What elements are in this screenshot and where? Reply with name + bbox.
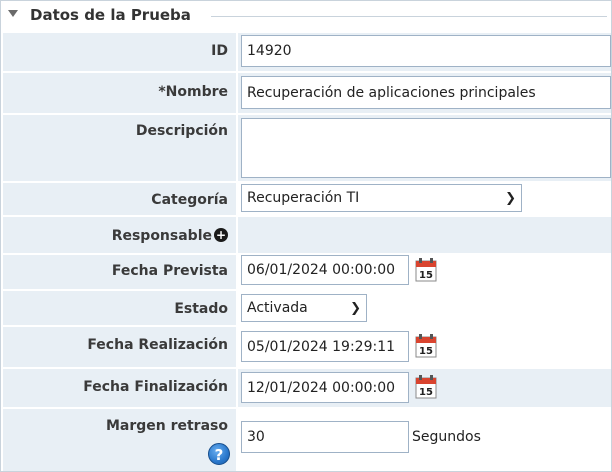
row-estado: Estado Activada ❯ bbox=[3, 291, 611, 325]
fecha-prevista-label: Fecha Prevista bbox=[111, 263, 228, 279]
section-header[interactable]: Datos de la Prueba bbox=[1, 1, 611, 33]
margen-retraso-units: Segundos bbox=[412, 429, 481, 445]
fecha-realizacion-field[interactable]: 05/01/2024 19:29:11 bbox=[241, 331, 409, 362]
form-panel: Datos de la Prueba ID 14920 *Nombre Recu… bbox=[0, 0, 612, 472]
nombre-field[interactable]: Recuperación de aplicaciones principales bbox=[241, 76, 611, 109]
fecha-finalizacion-field[interactable]: 12/01/2024 00:00:00 bbox=[241, 372, 409, 403]
section-divider bbox=[211, 16, 607, 17]
chevron-down-icon: ❯ bbox=[505, 190, 516, 206]
row-descripcion: Descripción bbox=[3, 115, 611, 181]
id-field[interactable]: 14920 bbox=[241, 35, 611, 67]
calendar-day: 15 bbox=[419, 270, 433, 281]
plus-circle-icon[interactable]: + bbox=[214, 228, 228, 242]
row-margen-retraso: Margen retraso ? 30 Segundos bbox=[3, 409, 611, 471]
calendar-day: 15 bbox=[419, 346, 433, 357]
nombre-label: *Nombre bbox=[158, 84, 228, 100]
fecha-prevista-field[interactable]: 06/01/2024 00:00:00 bbox=[241, 255, 409, 285]
row-responsable: Responsable + bbox=[3, 217, 611, 253]
responsable-label: Responsable bbox=[111, 228, 212, 244]
row-fecha-realizacion: Fecha Realización 05/01/2024 19:29:11 15 bbox=[3, 327, 611, 367]
categoria-select[interactable]: Recuperación TI ❯ bbox=[241, 184, 522, 212]
row-categoria: Categoría Recuperación TI ❯ bbox=[3, 183, 611, 215]
row-id: ID 14920 bbox=[3, 33, 611, 71]
categoria-label: Categoría bbox=[151, 192, 228, 208]
descripcion-label: Descripción bbox=[135, 123, 228, 139]
row-fecha-prevista: Fecha Prevista 06/01/2024 00:00:00 15 bbox=[3, 255, 611, 289]
calendar-icon[interactable]: 15 bbox=[415, 375, 437, 399]
id-label: ID bbox=[211, 43, 228, 59]
row-fecha-finalizacion: Fecha Finalización 12/01/2024 00:00:00 1… bbox=[3, 369, 611, 407]
descripcion-textarea[interactable] bbox=[241, 118, 611, 178]
margen-retraso-label: Margen retraso bbox=[105, 418, 228, 434]
margen-retraso-field[interactable]: 30 bbox=[241, 421, 409, 453]
help-icon[interactable]: ? bbox=[208, 443, 230, 465]
categoria-selected: Recuperación TI bbox=[247, 190, 360, 206]
fecha-finalizacion-label: Fecha Finalización bbox=[83, 379, 228, 395]
estado-select[interactable]: Activada ❯ bbox=[241, 294, 367, 322]
collapse-arrow-icon[interactable] bbox=[8, 10, 18, 17]
calendar-day: 15 bbox=[419, 387, 433, 398]
row-nombre: *Nombre Recuperación de aplicaciones pri… bbox=[3, 73, 611, 113]
estado-selected: Activada bbox=[247, 300, 308, 316]
chevron-down-icon: ❯ bbox=[350, 300, 361, 316]
section-title: Datos de la Prueba bbox=[30, 6, 191, 24]
calendar-icon[interactable]: 15 bbox=[415, 258, 437, 282]
estado-label: Estado bbox=[174, 301, 228, 317]
fecha-realizacion-label: Fecha Realización bbox=[87, 337, 228, 353]
calendar-icon[interactable]: 15 bbox=[415, 334, 437, 358]
